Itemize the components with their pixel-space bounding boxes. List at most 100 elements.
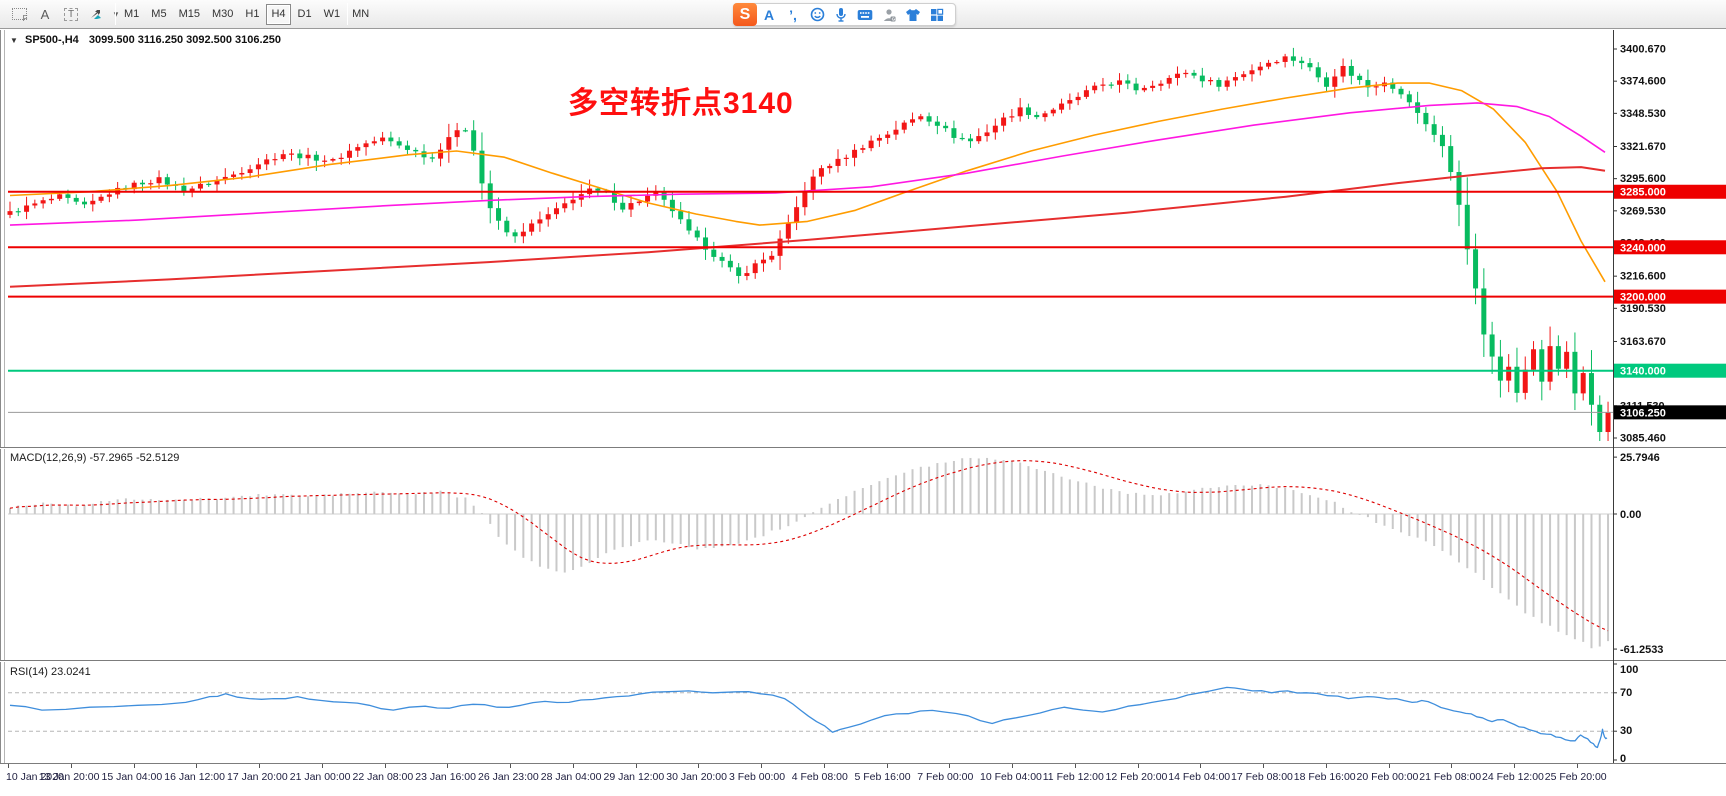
date-axis[interactable]: 10 Jan 202013 Jan 20:0015 Jan 04:0016 Ja… (0, 763, 1726, 786)
candle-body (1067, 100, 1072, 103)
candle-body (1034, 115, 1039, 117)
candle-body (1059, 104, 1064, 110)
candle-body (297, 154, 302, 159)
date-tick-mark (259, 764, 260, 768)
ma-medium-line (10, 103, 1605, 225)
candle-body (1316, 67, 1321, 77)
candle-body (1142, 88, 1147, 90)
candle-body (1440, 135, 1445, 146)
rsi-label: RSI(14) 23.0241 (10, 666, 91, 678)
grid-f-icon[interactable]: F (6, 3, 32, 25)
candle-body (1225, 80, 1230, 86)
timeframe-button-m5[interactable]: M5 (146, 4, 171, 25)
text-box-icon[interactable]: T (58, 3, 84, 25)
timeframe-button-h1[interactable]: H1 (240, 4, 264, 25)
candle-body (927, 116, 932, 121)
candle-body (90, 201, 95, 205)
timeframe-button-m15[interactable]: M15 (174, 4, 205, 25)
date-tick-mark (949, 764, 950, 768)
candle-body (479, 151, 484, 184)
toolbox-icon[interactable] (925, 5, 949, 25)
date-tick-label: 30 Jan 20:00 (666, 771, 727, 783)
macd-tick-label: 0.00 (1620, 509, 1641, 521)
price-level-badge-label: 3240.000 (1620, 242, 1666, 254)
draw-arrows-icon[interactable] (84, 3, 110, 25)
keyboard-icon[interactable] (853, 5, 877, 25)
candle-body (695, 231, 700, 238)
timeframe-button-h4[interactable]: H4 (266, 4, 290, 25)
date-tick-mark (447, 764, 448, 768)
candle-body (1465, 205, 1470, 250)
macd-label: MACD(12,26,9) -57.2965 -52.5129 (10, 452, 179, 464)
candle-body (761, 260, 766, 264)
timeframe-button-m1[interactable]: M1 (119, 4, 144, 25)
candle-body (720, 257, 725, 261)
ma-fast-line (10, 83, 1605, 282)
candle-body (1117, 80, 1122, 84)
skin-icon[interactable] (901, 5, 925, 25)
macd-indicator-pane[interactable]: 25.79460.00-61.2533 (0, 449, 1726, 663)
rsi-tick-label: 0 (1620, 753, 1626, 763)
date-tick-mark (1200, 764, 1201, 768)
date-tick-label: 29 Jan 12:00 (604, 771, 665, 783)
chart-text-annotation[interactable]: 多空转折点3140 (568, 78, 794, 122)
punctuation-icon[interactable]: ’, (781, 5, 805, 25)
date-tick-mark (636, 764, 637, 768)
microphone-icon[interactable] (829, 5, 853, 25)
candle-body (1109, 85, 1114, 86)
rsi-tick-label: 100 (1620, 664, 1638, 676)
candle-body (405, 145, 410, 149)
candle-body (595, 189, 600, 191)
date-tick-mark (322, 764, 323, 768)
text-a-icon[interactable]: A (32, 3, 58, 25)
date-tick-mark (385, 764, 386, 768)
candle-body (388, 138, 393, 142)
candle-body (504, 221, 509, 233)
candle-body (786, 223, 791, 239)
rsi-indicator-pane[interactable]: 10070300 (0, 662, 1726, 763)
price-chart-pane[interactable]: 3400.6703374.6003348.5303321.6703295.600… (0, 30, 1726, 447)
pane-splitter[interactable] (0, 660, 1726, 662)
candle-body (985, 132, 990, 136)
candle-body (1266, 63, 1271, 67)
timeframe-button-m30[interactable]: M30 (207, 4, 238, 25)
letter-a-icon[interactable]: A (757, 5, 781, 25)
candle-body (198, 184, 203, 189)
macd-histogram (10, 458, 1608, 648)
keyboard-glyph (857, 9, 873, 21)
candle-body (1150, 86, 1155, 88)
candle-body (1158, 84, 1163, 86)
price-tick-label: 3190.530 (1620, 303, 1666, 315)
candle-body (306, 155, 311, 158)
mic-glyph (834, 7, 848, 23)
timeframe-button-mn[interactable]: MN (347, 4, 374, 25)
timeframe-button-d1[interactable]: D1 (293, 4, 317, 25)
date-tick-label: 17 Feb 08:00 (1231, 771, 1293, 783)
candle-body (1423, 113, 1428, 124)
candle-body (496, 208, 501, 221)
timeframe-button-w1[interactable]: W1 (319, 4, 346, 25)
sogou-logo-icon[interactable]: S (733, 3, 757, 26)
price-tick-label: 3216.600 (1620, 271, 1666, 283)
mt4-application: F A T ▾ M1M5M15M30H1H4D1W1MN S A ’, (0, 0, 1726, 796)
candle-body (1572, 352, 1577, 394)
candle-body (620, 203, 625, 210)
candle-body (678, 211, 683, 219)
chart-ohlc-values: 3099.500 3116.250 3092.500 3106.250 (89, 34, 281, 46)
chart-symbol-period: SP500-,H4 (25, 34, 79, 46)
price-tick-label: 3295.600 (1620, 173, 1666, 185)
chart-menu-caret-icon[interactable]: ▼ (10, 36, 18, 45)
person-icon[interactable]: G (877, 5, 901, 25)
candle-body (1341, 66, 1346, 77)
chart-title: ▼ SP500-,H4 3099.500 3116.250 3092.500 3… (10, 34, 281, 46)
candle-body (1564, 352, 1569, 369)
candle-body (1200, 76, 1205, 82)
pane-splitter[interactable] (0, 447, 1726, 449)
candle-body (529, 223, 534, 231)
grid-glyph (930, 8, 944, 22)
candle-body (852, 150, 857, 158)
emoji-icon[interactable] (805, 5, 829, 25)
candle-body (1415, 102, 1420, 113)
price-axis-line (1613, 30, 1614, 763)
tshirt-glyph (905, 8, 921, 22)
